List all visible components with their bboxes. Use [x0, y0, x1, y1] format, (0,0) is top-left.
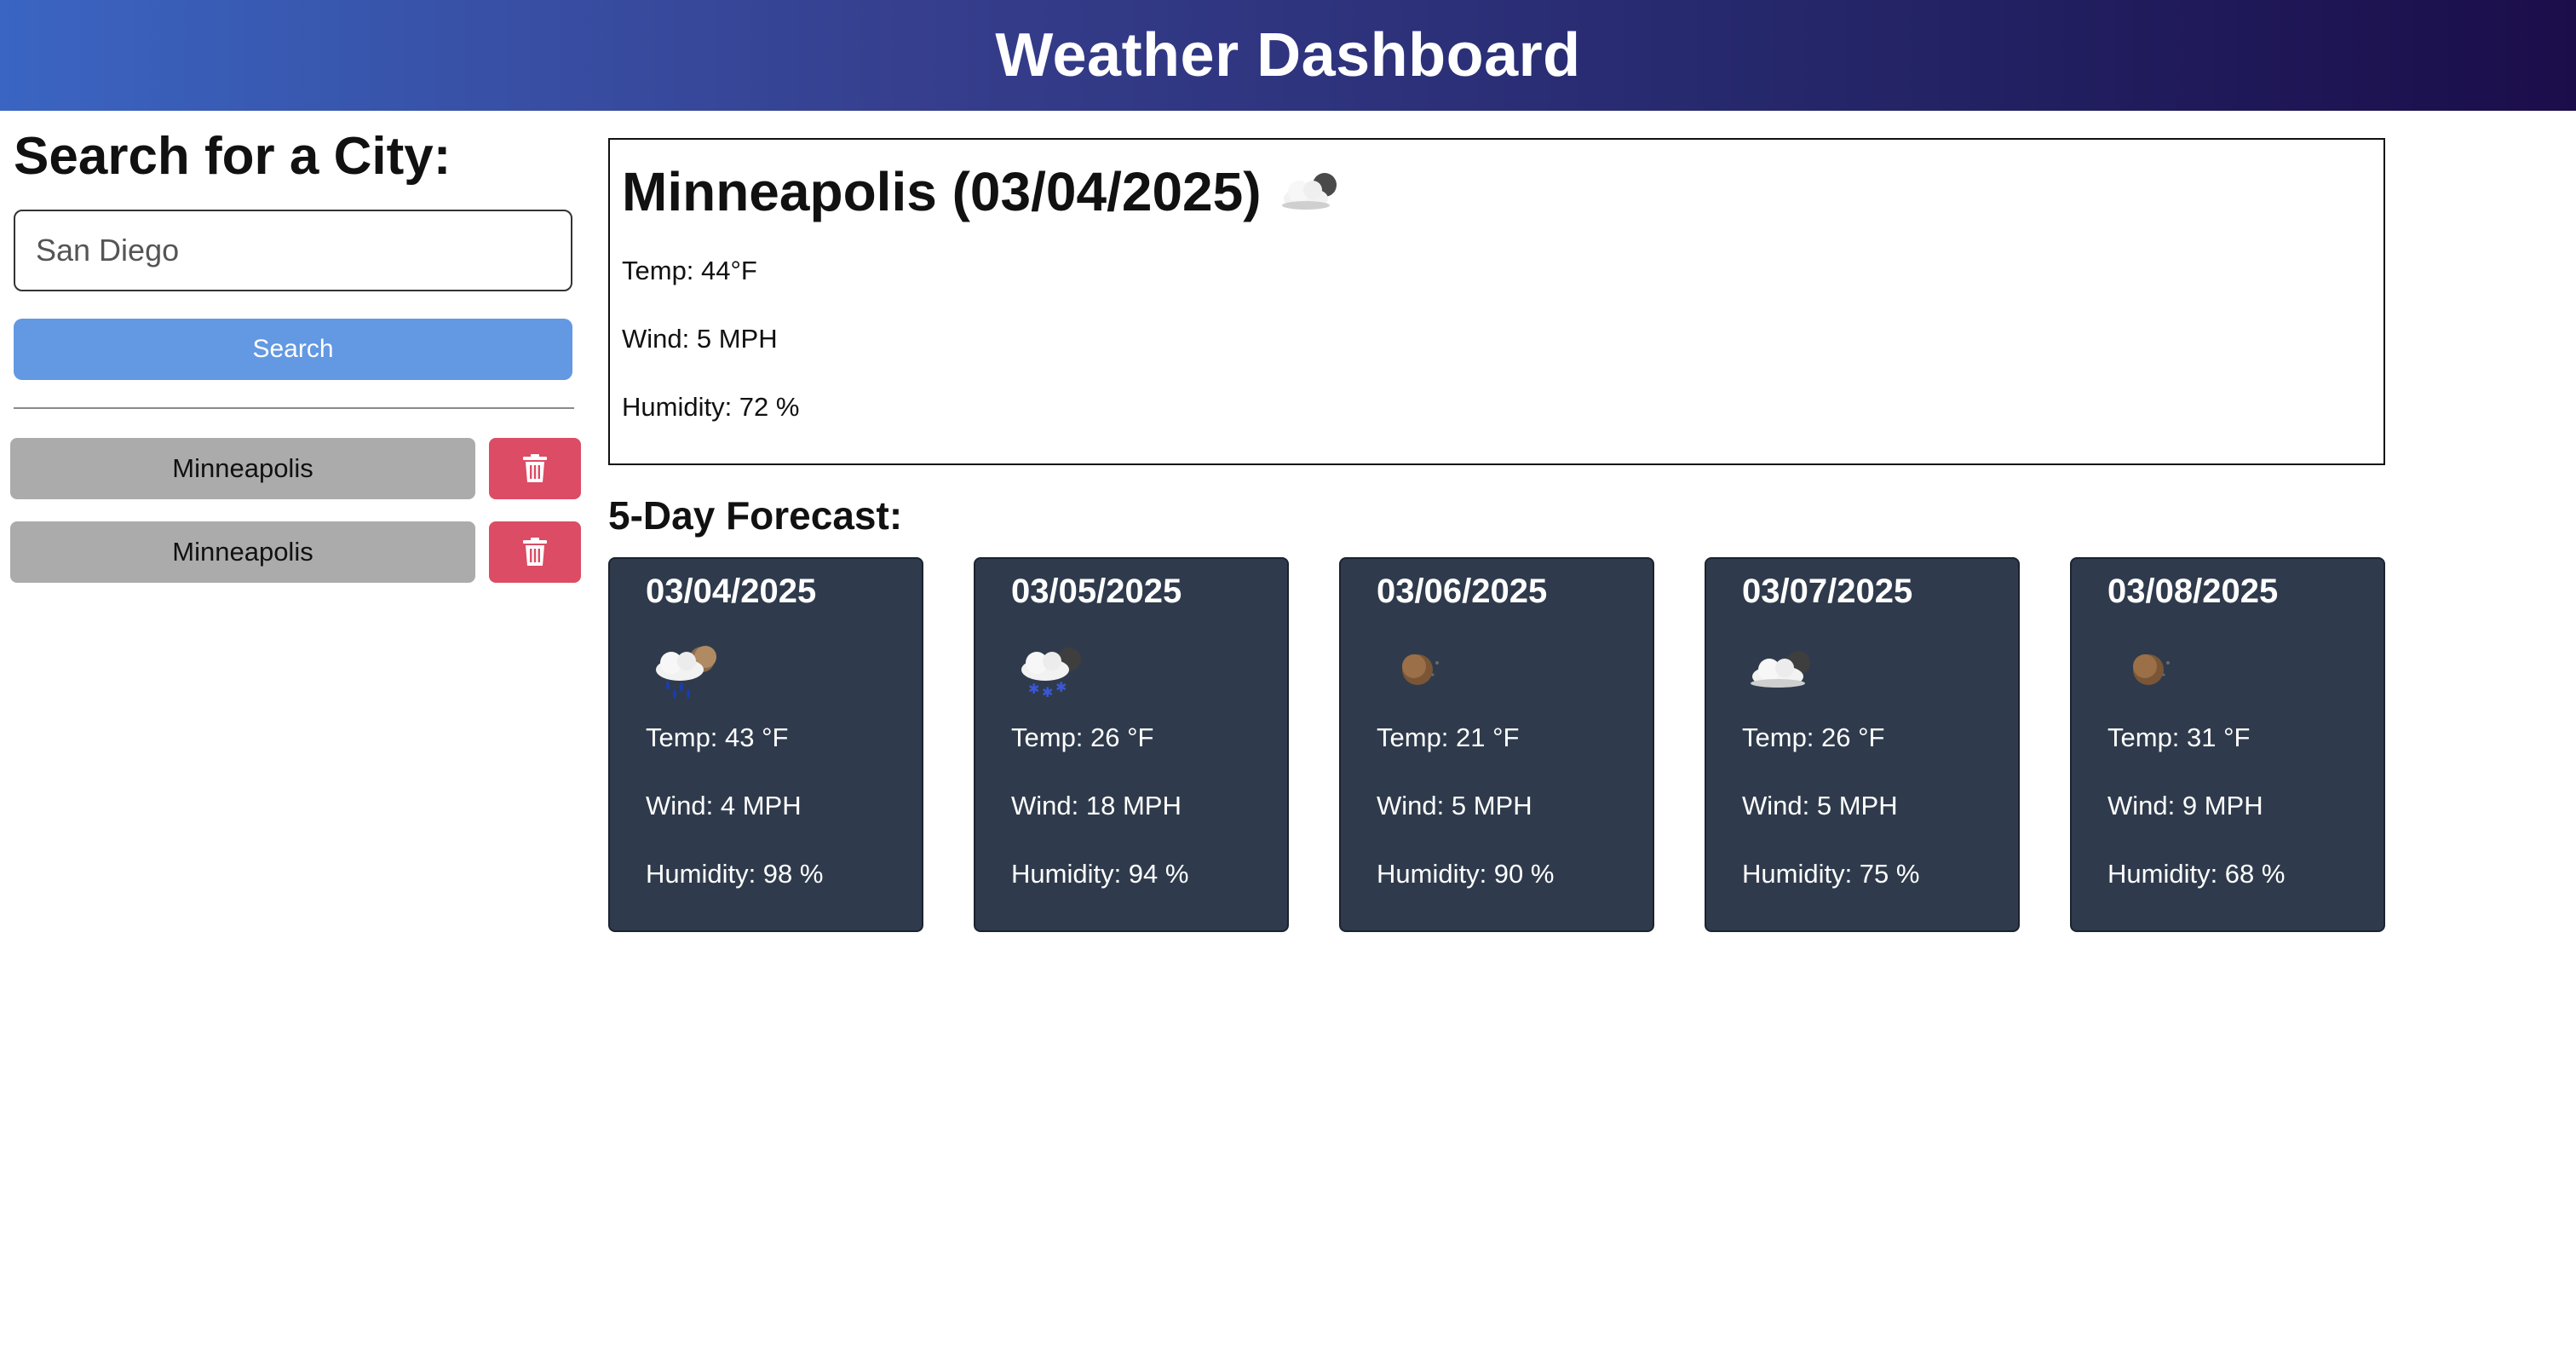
current-weather-panel: Minneapolis (03/04/2025) Temp: 44°F Wind… — [608, 138, 2385, 465]
app-title: Weather Dashboard — [995, 21, 1581, 89]
forecast-temp: Temp: 21 °F — [1377, 722, 1520, 752]
city-search-input[interactable] — [14, 210, 572, 291]
forecast-date: 03/06/2025 — [1377, 573, 1548, 610]
clear-night-icon — [1402, 654, 1439, 685]
clear-night-icon — [2133, 654, 2170, 685]
current-city-date: Minneapolis (03/04/2025) — [622, 161, 1262, 222]
history-city-button[interactable]: Minneapolis — [10, 521, 475, 583]
forecast-card: 03/05/2025 ✱ ✱ ✱ Temp: 26 °F Wind: 18 MP… — [974, 557, 1289, 932]
forecast-title: 5-Day Forecast: — [608, 493, 903, 538]
current-wind: Wind: 5 MPH — [622, 324, 778, 354]
forecast-temp: Temp: 43 °F — [646, 722, 789, 752]
app-header: Weather Dashboard — [0, 0, 2576, 111]
forecast-humidity: Humidity: 94 % — [1011, 859, 1189, 889]
history-item: Minneapolis — [10, 521, 581, 583]
delete-history-button[interactable] — [489, 438, 581, 499]
current-humidity: Humidity: 72 % — [622, 392, 800, 422]
forecast-date: 03/08/2025 — [2107, 573, 2279, 610]
forecast-card: 03/06/2025 Temp: 21 °F Wind: 5 MPH Humid… — [1339, 557, 1654, 932]
forecast-wind: Wind: 4 MPH — [646, 791, 802, 820]
history-item: Minneapolis — [10, 438, 581, 499]
forecast-wind: Wind: 18 MPH — [1011, 791, 1182, 820]
forecast-humidity: Humidity: 98 % — [646, 859, 824, 889]
trash-icon — [523, 538, 547, 566]
forecast-wind: Wind: 5 MPH — [1377, 791, 1532, 820]
forecast-card: 03/04/2025 Temp: 43 °F Wind: 4 MPH Humid… — [608, 557, 923, 932]
current-temp: Temp: 44°F — [622, 256, 757, 285]
snow-night-icon: ✱ ✱ ✱ — [1021, 648, 1081, 700]
forecast-wind: Wind: 5 MPH — [1742, 791, 1898, 820]
search-button[interactable]: Search — [14, 319, 572, 380]
cloudy-night-icon — [1751, 651, 1810, 688]
rain-night-icon — [656, 646, 716, 699]
cloudy-night-icon — [1281, 173, 1337, 210]
forecast-date: 03/05/2025 — [1011, 573, 1182, 610]
forecast-humidity: Humidity: 75 % — [1742, 859, 1920, 889]
forecast-date: 03/04/2025 — [646, 573, 817, 610]
svg-text:✱: ✱ — [1055, 679, 1067, 695]
forecast-humidity: Humidity: 90 % — [1377, 859, 1555, 889]
forecast-wind: Wind: 9 MPH — [2107, 791, 2263, 820]
delete-history-button[interactable] — [489, 521, 581, 583]
trash-icon — [523, 454, 547, 482]
svg-text:✱: ✱ — [1042, 684, 1053, 700]
forecast-card: 03/08/2025 Temp: 31 °F Wind: 9 MPH Humid… — [2070, 557, 2385, 932]
search-title: Search for a City: — [14, 127, 451, 186]
history-city-button[interactable]: Minneapolis — [10, 438, 475, 499]
forecast-temp: Temp: 26 °F — [1742, 722, 1885, 752]
forecast-card: 03/07/2025 Temp: 26 °F Wind: 5 MPH Humid… — [1705, 557, 2020, 932]
current-weather-title: Minneapolis (03/04/2025) — [622, 160, 1348, 223]
svg-text:✱: ✱ — [1028, 681, 1039, 697]
forecast-temp: Temp: 26 °F — [1011, 722, 1154, 752]
forecast-humidity: Humidity: 68 % — [2107, 859, 2286, 889]
forecast-temp: Temp: 31 °F — [2107, 722, 2251, 752]
sidebar-divider — [14, 407, 574, 409]
forecast-date: 03/07/2025 — [1742, 573, 1913, 610]
